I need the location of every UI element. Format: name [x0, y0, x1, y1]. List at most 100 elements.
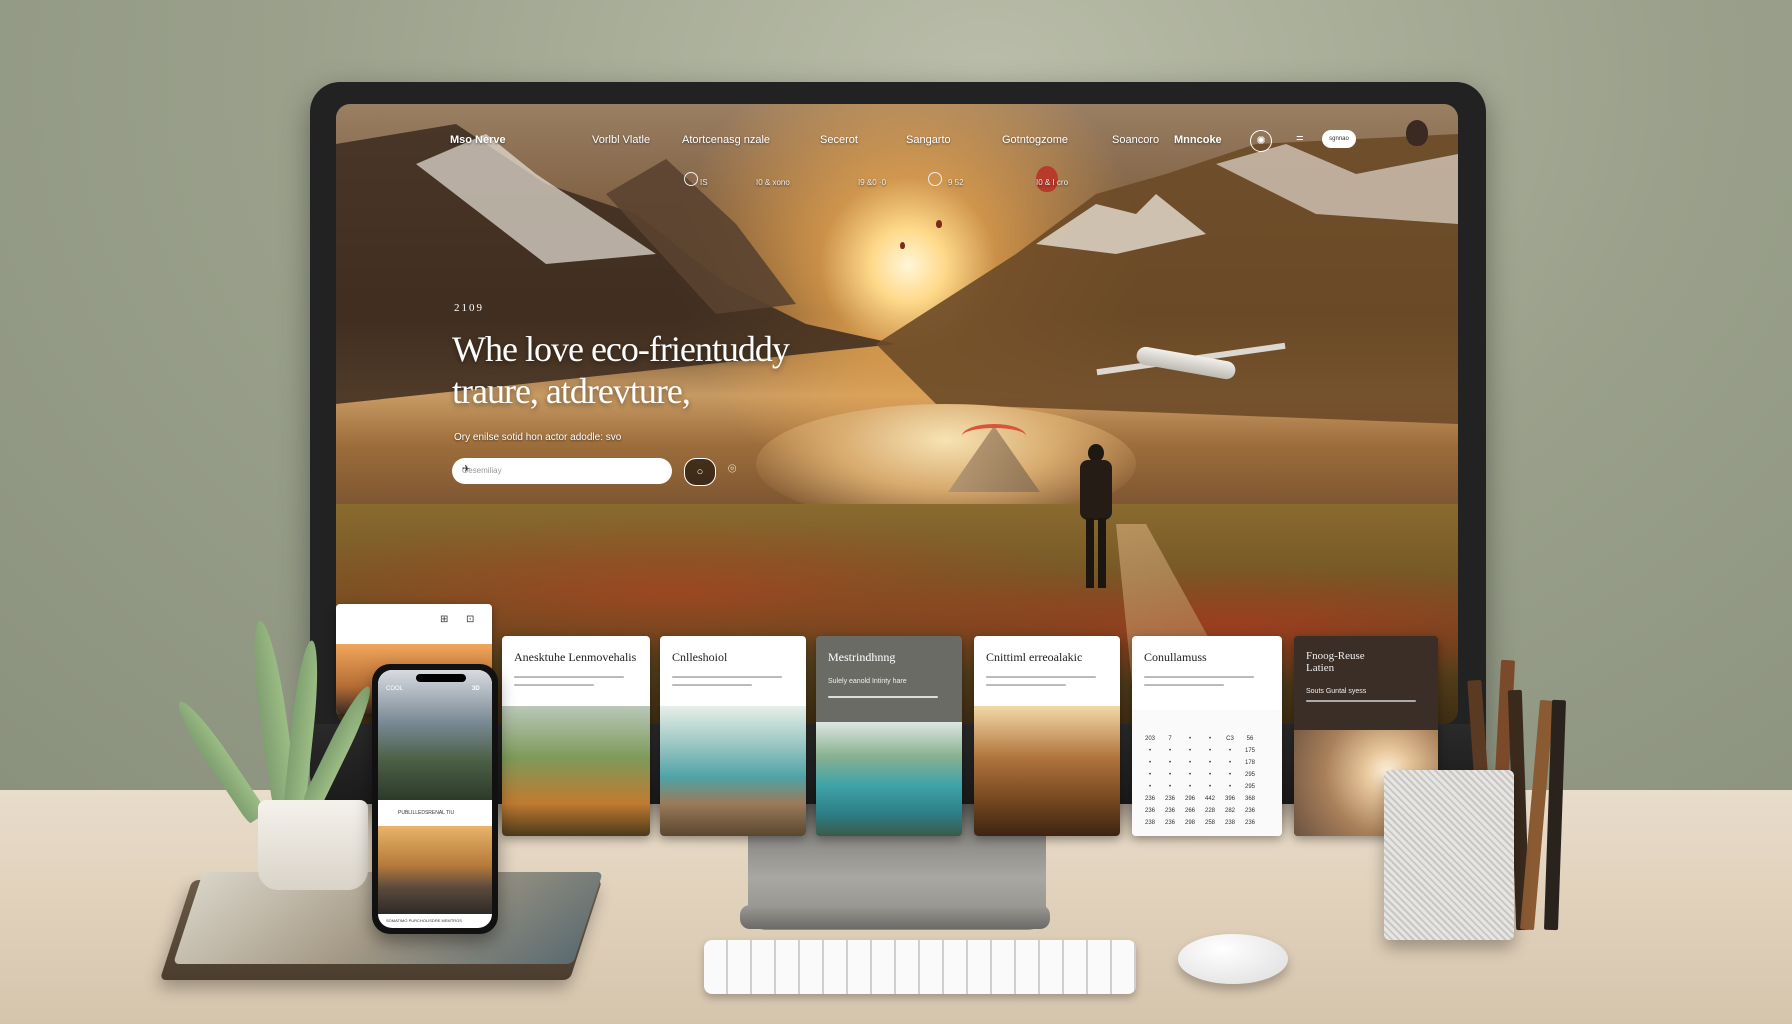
calendar-cell[interactable]: •	[1180, 760, 1200, 766]
search-button[interactable]: ○	[684, 458, 716, 486]
calendar-cell[interactable]: 236	[1140, 796, 1160, 802]
cabin-image	[974, 706, 1120, 836]
hiker	[1074, 444, 1118, 594]
calendar-header-cell: •	[1188, 736, 1192, 742]
feature-card[interactable]: Mestrindhnng Sulely eanold Intinty hare	[816, 636, 962, 836]
calendar-cell[interactable]: •	[1180, 772, 1200, 778]
nav-item[interactable]: Mnncoke	[1174, 134, 1222, 146]
phone-label: COOL	[386, 686, 404, 692]
calendar-cell[interactable]: •	[1140, 760, 1160, 766]
card-text-line	[1144, 676, 1254, 678]
calendar-cell[interactable]: 236	[1160, 808, 1180, 814]
feature-card[interactable]: Cnittiml erreoalakic	[974, 636, 1120, 836]
calendar-cell[interactable]: •	[1220, 772, 1240, 778]
brand-logo[interactable]: Mso Nerve	[450, 134, 506, 146]
card-title: Conullamuss	[1144, 650, 1207, 664]
calendar-cell[interactable]: 236	[1240, 820, 1260, 826]
subbar-item: IS	[700, 178, 708, 187]
phone-label: 3D	[472, 686, 480, 692]
globe-icon[interactable]: ✺	[1250, 130, 1272, 152]
camera-icon[interactable]: ⌾	[728, 460, 736, 477]
nav-item[interactable]: Soancoro	[1112, 134, 1159, 146]
calendar-cell[interactable]: 298	[1180, 820, 1200, 826]
calendar-cell[interactable]: 295	[1240, 772, 1260, 778]
hot-air-balloon	[900, 242, 905, 249]
card-title: Cnlleshoiol	[672, 650, 728, 664]
calendar-cell[interactable]: 368	[1240, 796, 1260, 802]
calendar-cell[interactable]: •	[1140, 772, 1160, 778]
pencil-cup	[1384, 770, 1514, 940]
pin-icon[interactable]: ✈	[462, 464, 662, 475]
card-subtitle: Souts Guntal syess	[1306, 688, 1367, 695]
expand-icon[interactable]: ⊞	[440, 614, 448, 625]
calendar-cell[interactable]: •	[1180, 784, 1200, 790]
phone-notch	[416, 674, 466, 682]
card-text-line	[828, 696, 938, 698]
nav-item[interactable]: Vorlbl Vlatle	[592, 134, 650, 146]
monitor-stand-base	[740, 905, 1050, 929]
feature-card[interactable]: Anesktuhe Lenmovehalis	[502, 636, 650, 836]
calendar-cell[interactable]: 238	[1140, 820, 1160, 826]
subbar-item: I0 & xono	[756, 178, 790, 187]
calendar-cell[interactable]: •	[1160, 784, 1180, 790]
calendar-cell[interactable]: 258	[1200, 820, 1220, 826]
subbar-item: I9 &0 ·0	[858, 178, 887, 187]
card-title: Cnittiml erreoalakic	[986, 650, 1083, 664]
calendar-cell[interactable]: 236	[1240, 808, 1260, 814]
calendar-cell[interactable]: 295	[1240, 784, 1260, 790]
calendar-cell[interactable]: 178	[1240, 760, 1260, 766]
calendar-cell[interactable]: •	[1140, 748, 1160, 754]
feature-card[interactable]: Cnlleshoiol	[660, 636, 806, 836]
nav-item[interactable]: Secerot	[820, 134, 858, 146]
calendar-cell[interactable]: 228	[1200, 808, 1220, 814]
menu-icon[interactable]: =	[1296, 130, 1304, 145]
card-text-line	[1306, 700, 1416, 702]
calendar-cell[interactable]: •	[1200, 760, 1220, 766]
calendar-cell[interactable]: 282	[1220, 808, 1240, 814]
card-text-line	[514, 676, 624, 678]
hero-date: 2109	[454, 302, 484, 314]
calendar-cell[interactable]: •	[1220, 748, 1240, 754]
hero-headline: Whe love eco-frientuddy traure, atdrevtu…	[452, 328, 872, 412]
calendar-cell[interactable]: 266	[1180, 808, 1200, 814]
waterfall-image	[502, 706, 650, 836]
calendar-cell[interactable]: •	[1200, 748, 1220, 754]
calendar-cell[interactable]: •	[1180, 748, 1200, 754]
nav-item[interactable]: Gotntogzome	[1002, 134, 1068, 146]
calendar-cell[interactable]: •	[1220, 784, 1240, 790]
calendar-cell[interactable]: 236	[1140, 808, 1160, 814]
calendar-cell[interactable]: •	[1140, 784, 1160, 790]
card-subtitle: Sulely eanold Intinty hare	[828, 678, 907, 685]
calendar-cell[interactable]: 238	[1220, 820, 1240, 826]
calendar-card[interactable]: Conullamuss 203 7 • • C3 56 • • • • • 175 • • • • • 178 • •…	[1132, 636, 1282, 836]
hero-tagline: Ory enilse sotid hon actor adodle: svo	[454, 432, 622, 443]
search-input[interactable]: Oesemiliay ✈	[452, 458, 672, 484]
headline-line: traure, atdrevture,	[452, 371, 691, 411]
calendar-cell[interactable]: 175	[1240, 748, 1260, 754]
calendar-cell[interactable]: 442	[1200, 796, 1220, 802]
calendar-header-cell: •	[1208, 736, 1212, 742]
calendar-cell[interactable]: •	[1200, 772, 1220, 778]
calendar-cell[interactable]: 236	[1160, 820, 1180, 826]
card-text-line	[672, 684, 752, 686]
hot-air-balloon	[936, 220, 942, 228]
keyboard	[704, 940, 1136, 994]
subbar-item: I0 & I cro	[1036, 178, 1069, 187]
calendar-cell[interactable]: 296	[1180, 796, 1200, 802]
calendar-cell[interactable]: •	[1160, 748, 1180, 754]
calendar-cell[interactable]: 396	[1220, 796, 1240, 802]
signin-button[interactable]: sgnnao	[1322, 130, 1356, 148]
nav-item[interactable]: Sangarto	[906, 134, 951, 146]
calendar-header-cell: 7	[1168, 736, 1172, 742]
top-navigation: Mso Nerve Vorlbl Vlatle Atortcenasg nzal…	[336, 104, 1458, 174]
calendar-cell[interactable]: 236	[1160, 796, 1180, 802]
nav-item[interactable]: Atortcenasg nzale	[682, 134, 770, 146]
card-title: Fnoog-Reuse Latien	[1306, 650, 1365, 674]
share-icon[interactable]: ⊡	[466, 614, 474, 625]
calendar-cell[interactable]: •	[1200, 784, 1220, 790]
tent-fly	[962, 424, 1026, 448]
calendar-cell[interactable]: •	[1220, 760, 1240, 766]
calendar-cell[interactable]: •	[1160, 772, 1180, 778]
calendar-cell[interactable]: •	[1160, 760, 1180, 766]
location-icon	[684, 172, 698, 186]
